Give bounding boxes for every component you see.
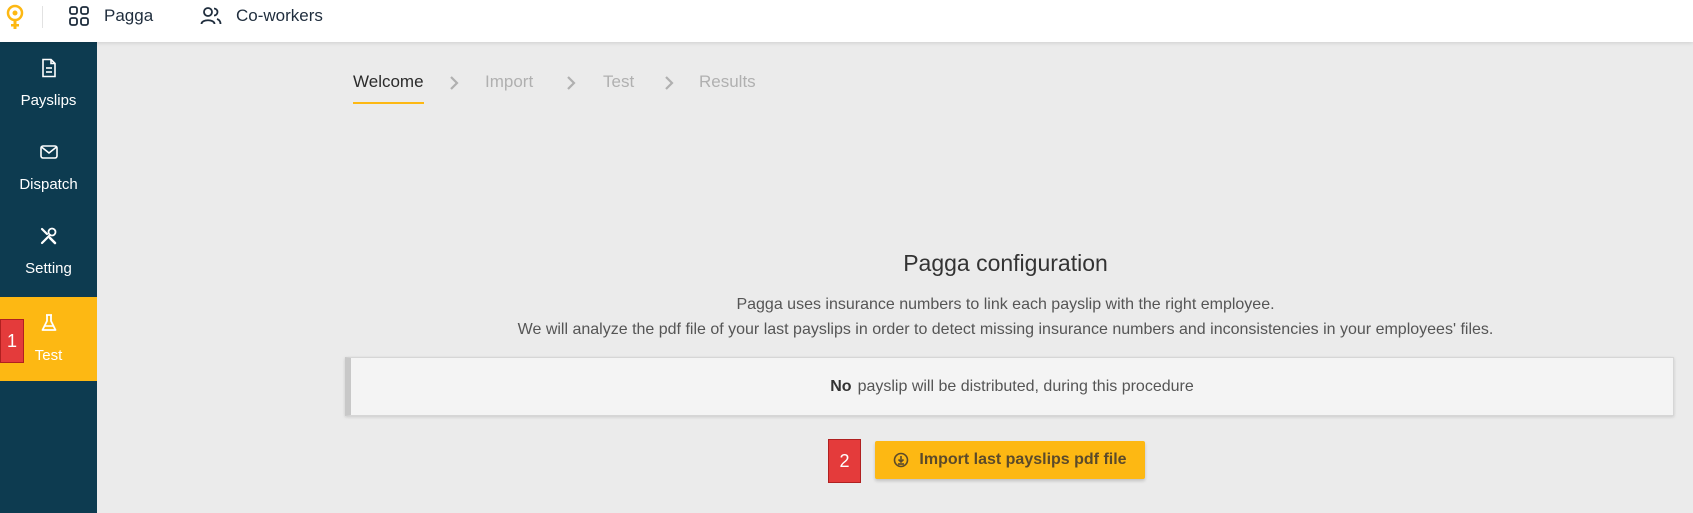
sidebar: Payslips Dispatch Setting Test [0,42,97,513]
description-line-1: Pagga uses insurance numbers to link eac… [736,296,1275,313]
top-navigation-bar: Pagga Co-workers [0,0,1693,42]
users-icon [200,7,222,25]
mail-icon [39,145,58,159]
sidebar-label-payslips: Payslips [20,92,77,109]
step-import[interactable]: Import [485,72,533,102]
nav-label-pagga: Pagga [104,6,154,25]
chevron-right-icon [450,76,459,90]
step-welcome[interactable]: Welcome [353,72,424,104]
grid-icon [69,6,89,26]
download-icon [894,452,909,468]
main-content: Welcome Import Test Results Pagga config… [97,42,1693,513]
notice-text: payslip will be distributed, during this… [857,377,1194,395]
description-line-2: We will analyze the pdf file of your las… [517,321,1494,338]
no-distribution-notice: No payslip will be distributed, during t… [345,357,1674,416]
pagga-logo-icon[interactable] [5,4,25,30]
chevron-right-icon [665,76,674,90]
annotation-badge-1: 1 [0,319,24,363]
nav-item-co-workers[interactable]: Co-workers [200,0,323,32]
notice-emphasis: No [830,377,852,395]
sidebar-item-dispatch[interactable]: Dispatch [0,126,97,210]
topbar-divider [42,6,43,28]
import-button-label: Import last payslips pdf file [919,451,1127,468]
sidebar-item-payslips[interactable]: Payslips [0,42,97,126]
flask-icon [41,314,56,331]
chevron-right-icon [567,76,576,90]
annotation-badge-2: 2 [828,439,861,483]
sidebar-label-dispatch: Dispatch [19,176,78,193]
nav-item-pagga[interactable]: Pagga [68,0,153,32]
sidebar-label-setting: Setting [25,260,72,277]
tools-icon [40,227,56,245]
page-title: Pagga configuration [903,250,1108,276]
nav-label-co-workers: Co-workers [236,6,323,25]
sidebar-item-setting[interactable]: Setting [0,210,97,294]
step-results[interactable]: Results [699,72,756,102]
import-payslips-button[interactable]: Import last payslips pdf file [875,441,1145,479]
step-test[interactable]: Test [603,72,634,102]
document-icon [41,58,56,78]
